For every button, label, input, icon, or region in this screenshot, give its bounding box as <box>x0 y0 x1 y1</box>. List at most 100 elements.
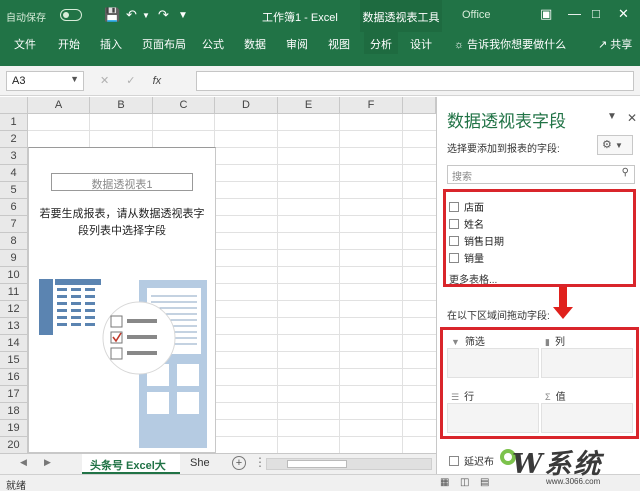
filters-label: 筛选 <box>464 337 485 348</box>
row-header[interactable]: 20 <box>0 437 28 453</box>
pivot-table-name: 数据透视表1 <box>51 173 193 191</box>
row-header[interactable]: 12 <box>0 301 28 318</box>
row-header[interactable]: 15 <box>0 352 28 369</box>
search-input[interactable]: 搜索 ⚲ <box>447 165 635 184</box>
row-header[interactable]: 4 <box>0 165 28 182</box>
maximize-icon[interactable]: □ <box>592 6 600 21</box>
select-all-corner[interactable] <box>0 97 28 114</box>
row-header[interactable]: 8 <box>0 233 28 250</box>
page-layout-view-icon[interactable]: ◫ <box>460 477 469 488</box>
pivot-table-placeholder[interactable]: 数据透视表1 若要生成报表，请从数据透视表字 段列表中选择字段 <box>28 147 216 453</box>
tab-data[interactable]: 数据 <box>244 36 266 52</box>
ribbon-display-icon[interactable]: ▣ <box>540 6 552 22</box>
rows-icon: ☰ <box>451 392 460 402</box>
values-drop-zone[interactable] <box>541 403 633 433</box>
sheet-tab-active[interactable]: 头条号 Excel大全 <box>82 454 180 488</box>
horizontal-scrollbar[interactable] <box>266 458 432 470</box>
name-box[interactable]: A3 ▼ <box>6 71 84 91</box>
row-header[interactable]: 17 <box>0 386 28 403</box>
row-header[interactable]: 1 <box>0 114 28 131</box>
chevron-down-icon[interactable]: ▼ <box>70 74 79 84</box>
row-header[interactable]: 7 <box>0 216 28 233</box>
tab-design[interactable]: 设计 <box>410 36 432 52</box>
choose-fields-label: 选择要添加到报表的字段: <box>447 144 560 155</box>
next-sheet-icon[interactable]: ▶ <box>44 457 51 468</box>
tab-insert[interactable]: 插入 <box>100 36 122 52</box>
search-icon: ⚲ <box>621 167 629 178</box>
field-label: 店面 <box>464 203 484 214</box>
save-icon[interactable]: 💾 <box>104 7 120 23</box>
window-title: 工作簿1 - Excel <box>262 12 338 24</box>
row-header[interactable]: 11 <box>0 284 28 301</box>
page-break-view-icon[interactable]: ▤ <box>480 477 489 488</box>
undo-dropdown-icon[interactable]: ▼ <box>142 11 150 20</box>
column-header[interactable]: B <box>90 97 153 114</box>
gridline <box>277 114 278 453</box>
rows-drop-zone[interactable] <box>447 403 539 433</box>
normal-view-icon[interactable]: ▦ <box>440 477 449 488</box>
autosave-toggle[interactable] <box>60 9 82 21</box>
defer-update-checkbox[interactable]: 延迟布 <box>449 453 494 468</box>
row-header[interactable]: 13 <box>0 318 28 335</box>
field-checkbox-sales-volume[interactable]: 销量 <box>449 250 484 265</box>
field-checkbox-store[interactable]: 店面 <box>449 199 484 214</box>
more-options-icon[interactable]: ⋮ <box>254 455 266 469</box>
row-header[interactable]: 3 <box>0 148 28 165</box>
enter-icon[interactable]: ✓ <box>126 75 135 87</box>
filters-area-label: ▼ 筛选 <box>451 333 485 348</box>
row-header[interactable]: 6 <box>0 199 28 216</box>
tab-home[interactable]: 开始 <box>58 36 80 52</box>
columns-drop-zone[interactable] <box>541 348 633 378</box>
column-header[interactable]: C <box>153 97 215 114</box>
panel-options-icon[interactable]: ▼ <box>607 111 617 122</box>
pivot-instruction-line1: 若要生成报表，请从数据透视表字 <box>39 208 205 220</box>
row-header[interactable]: 18 <box>0 403 28 420</box>
sheet-tab[interactable]: She <box>182 454 218 474</box>
tab-file[interactable]: 文件 <box>14 36 36 52</box>
filters-drop-zone[interactable] <box>447 348 539 378</box>
tab-analyze[interactable]: 分析 <box>364 32 398 54</box>
row-header[interactable]: 16 <box>0 369 28 386</box>
values-area-label: Σ值 <box>545 388 566 403</box>
close-icon[interactable]: ✕ <box>618 6 629 22</box>
row-header[interactable]: 10 <box>0 267 28 284</box>
insert-function-icon[interactable]: fx <box>153 75 162 87</box>
column-header[interactable]: A <box>28 97 90 114</box>
name-box-value: A3 <box>12 75 26 87</box>
share-button[interactable]: ↗ 共享 <box>598 36 632 52</box>
ribbon-tabs: 文件 开始 插入 页面布局 公式 数据 审阅 视图 分析 设计 ☼ 告诉我你想要… <box>0 32 640 54</box>
prev-sheet-icon[interactable]: ◀ <box>20 457 27 468</box>
spreadsheet-grid[interactable]: A B C D E F 1 2 3 4 5 6 7 8 9 10 11 12 1… <box>0 97 436 453</box>
cancel-icon[interactable]: ✕ <box>100 75 109 87</box>
row-header[interactable]: 2 <box>0 131 28 148</box>
tab-formulas[interactable]: 公式 <box>202 36 224 52</box>
formula-bar: A3 ▼ ✕ ✓ fx <box>0 66 640 96</box>
field-checkbox-name[interactable]: 姓名 <box>449 216 484 231</box>
quick-access-customize-icon[interactable]: ▼ <box>178 10 188 21</box>
tab-review[interactable]: 审阅 <box>286 36 308 52</box>
column-header[interactable]: D <box>215 97 278 114</box>
undo-icon[interactable]: ↶ <box>126 7 137 23</box>
tab-page-layout[interactable]: 页面布局 <box>142 36 186 52</box>
row-header[interactable]: 19 <box>0 420 28 437</box>
rows-label: 行 <box>464 392 475 403</box>
column-header[interactable]: F <box>340 97 403 114</box>
scrollbar-thumb[interactable] <box>287 460 347 468</box>
row-header[interactable]: 9 <box>0 250 28 267</box>
formula-input[interactable] <box>196 71 634 91</box>
column-header-partial[interactable] <box>403 97 436 114</box>
field-checkbox-sales-date[interactable]: 销售日期 <box>449 233 504 248</box>
row-header[interactable]: 14 <box>0 335 28 352</box>
tell-me-input[interactable]: ☼ 告诉我你想要做什么 <box>454 36 566 52</box>
field-settings-button[interactable]: ⚙ ▼ <box>597 135 633 155</box>
close-icon[interactable]: ✕ <box>627 111 637 125</box>
redo-icon[interactable]: ↷ <box>158 7 169 23</box>
minimize-icon[interactable]: — <box>568 6 581 21</box>
column-header[interactable]: E <box>278 97 340 114</box>
field-label: 销量 <box>464 254 484 265</box>
ribbon-collapsed-area <box>0 54 640 66</box>
row-header[interactable]: 5 <box>0 182 28 199</box>
tab-view[interactable]: 视图 <box>328 36 350 52</box>
more-tables-link[interactable]: 更多表格... <box>449 271 497 286</box>
add-sheet-icon[interactable]: + <box>232 456 246 470</box>
